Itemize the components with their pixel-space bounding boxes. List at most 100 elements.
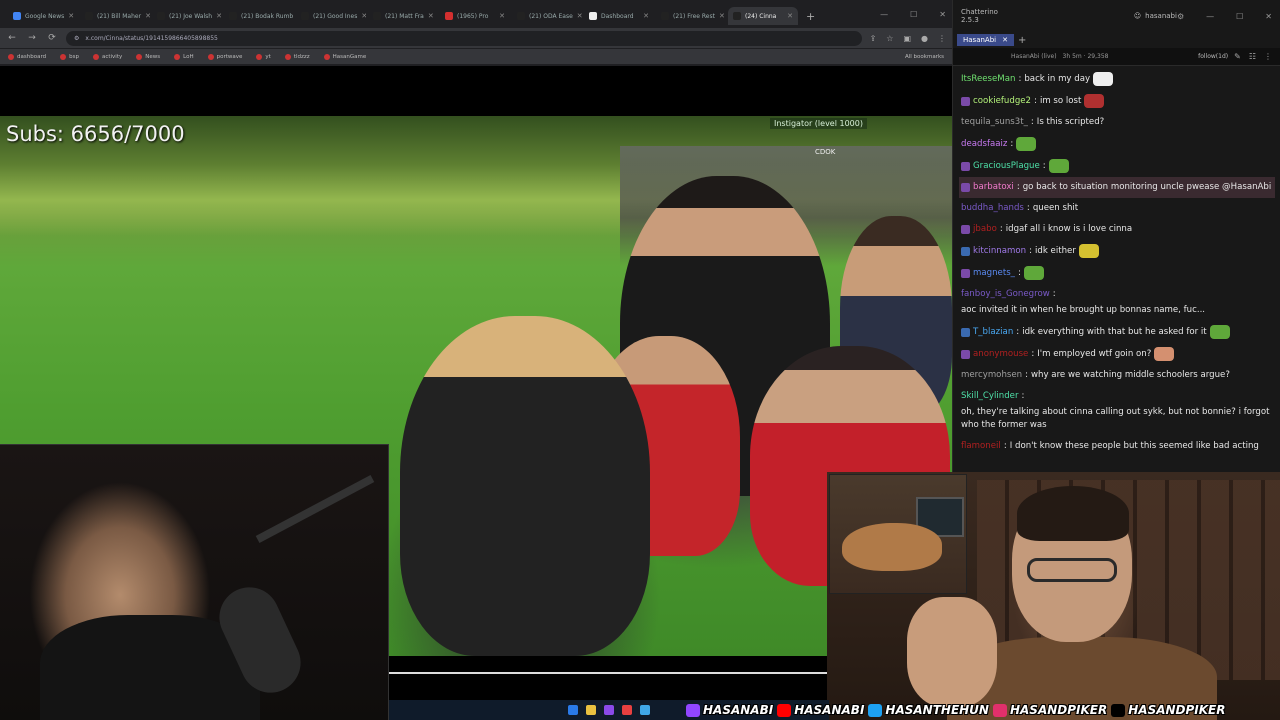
chat-username[interactable]: jbabo xyxy=(973,223,997,236)
close-tab-icon[interactable]: ✕ xyxy=(643,12,649,20)
all-bookmarks[interactable]: All bookmarks xyxy=(905,54,944,60)
back-icon[interactable]: ← xyxy=(6,33,18,43)
app-icon[interactable] xyxy=(604,705,614,715)
subscriber-badge-icon[interactable] xyxy=(961,246,970,256)
close-icon[interactable]: ✕ xyxy=(1265,12,1272,21)
settings-icon[interactable]: ⚙ xyxy=(1177,12,1184,21)
close-tab-icon[interactable]: ✕ xyxy=(1002,36,1008,44)
chrome-icon[interactable] xyxy=(622,705,632,715)
bookmark-item[interactable]: tldzzz xyxy=(284,53,310,60)
close-tab-icon[interactable]: ✕ xyxy=(719,12,725,20)
browser-tab[interactable]: Dashboard ✕ xyxy=(584,7,654,25)
chat-username[interactable]: fanboy_is_Gonegrow xyxy=(961,288,1050,301)
site-info-icon[interactable]: ⚙ xyxy=(74,35,79,42)
maximize-icon[interactable]: ☐ xyxy=(1236,12,1243,21)
close-tab-icon[interactable]: ✕ xyxy=(361,12,366,20)
chat-emote-icon[interactable] xyxy=(1154,347,1175,361)
minimize-icon[interactable]: — xyxy=(880,10,888,19)
browser-tab[interactable]: Google News ✕ xyxy=(8,7,78,25)
chat-username[interactable]: kitcinnamon xyxy=(973,245,1026,258)
bookmark-item[interactable]: dashboard xyxy=(8,53,46,60)
chat-emote-icon[interactable] xyxy=(1078,244,1099,258)
close-tab-icon[interactable]: ✕ xyxy=(577,12,582,20)
chat-username[interactable]: ItsReeseMan xyxy=(961,73,1015,86)
pencil-icon[interactable]: ✎ xyxy=(1234,52,1241,61)
close-tab-icon[interactable]: ✕ xyxy=(145,12,150,20)
browser-tab[interactable]: (21) Matt Fra ✕ xyxy=(368,7,438,25)
browser-tab[interactable]: (21) Free Rest ✕ xyxy=(656,7,726,25)
chat-username[interactable]: cookiefudge2 xyxy=(973,95,1031,108)
x-icon xyxy=(733,12,741,20)
social-tiktok: HASANDPIKER xyxy=(1111,703,1226,717)
subscriber-badge-icon[interactable] xyxy=(961,96,970,106)
extension-icon[interactable]: ▣ xyxy=(903,34,911,43)
file-explorer-icon[interactable] xyxy=(586,705,596,715)
bookmark-item[interactable]: yt xyxy=(256,53,271,60)
browser-tab[interactable]: (21) Bodak Rumb✕ xyxy=(224,7,294,25)
subscriber-badge-icon[interactable] xyxy=(961,268,970,278)
subscriber-badge-icon[interactable] xyxy=(961,161,970,171)
subscriber-badge-icon[interactable] xyxy=(961,183,970,192)
chat-username[interactable]: anonymouse xyxy=(973,348,1028,361)
minimize-icon[interactable]: — xyxy=(1206,12,1214,21)
chat-separator: : xyxy=(1029,245,1032,256)
close-tab-icon[interactable]: ✕ xyxy=(499,12,505,20)
chat-username[interactable]: flamoneil xyxy=(961,440,1001,453)
forward-icon[interactable]: → xyxy=(26,33,38,43)
bookmark-item[interactable]: LoH xyxy=(174,53,194,60)
chat-username[interactable]: deadsfaaiz xyxy=(961,138,1007,151)
close-tab-icon[interactable]: ✕ xyxy=(216,12,222,20)
chat-current-user[interactable]: ☺ hasanabi xyxy=(1134,12,1177,20)
social-twitter: HASANTHEHUN xyxy=(868,703,989,717)
browser-tab[interactable]: (1965) Pro ✕ xyxy=(440,7,510,25)
star-icon[interactable]: ☆ xyxy=(886,34,893,43)
chat-username[interactable]: T_blazian xyxy=(973,326,1013,339)
menu-icon[interactable]: ⋮ xyxy=(938,34,946,43)
windows-start-icon[interactable] xyxy=(568,705,578,715)
chat-username[interactable]: magnets_ xyxy=(973,267,1015,280)
edge-icon[interactable] xyxy=(640,705,650,715)
share-icon[interactable]: ⇪ xyxy=(870,34,877,43)
chat-tab[interactable]: HasanAbi ✕ xyxy=(957,34,1014,46)
video-progress-bar[interactable] xyxy=(389,672,827,674)
chat-username[interactable]: GraciousPlague xyxy=(973,160,1040,173)
chat-username[interactable]: tequila_suns3t_ xyxy=(961,116,1028,129)
browser-tab[interactable]: (21) ODA Ease ✕ xyxy=(512,7,582,25)
reload-icon[interactable]: ⟳ xyxy=(46,33,58,43)
close-icon[interactable]: ✕ xyxy=(939,10,946,19)
browser-tab[interactable]: (21) Good Ines ✕ xyxy=(296,7,366,25)
close-tab-icon[interactable]: ✕ xyxy=(787,12,793,20)
chat-username[interactable]: mercymohsen xyxy=(961,369,1022,382)
close-tab-icon[interactable]: ✕ xyxy=(68,12,74,20)
bookmark-item[interactable]: bsp xyxy=(60,53,79,60)
chat-emote-icon[interactable] xyxy=(1023,266,1044,280)
menu-icon[interactable]: ⋮ xyxy=(1264,52,1272,61)
chat-emote-icon[interactable] xyxy=(1048,159,1069,173)
subscriber-badge-icon[interactable] xyxy=(961,225,970,234)
chat-emote-icon[interactable] xyxy=(1209,325,1230,339)
subscriber-badge-icon[interactable] xyxy=(961,327,970,337)
browser-tab[interactable]: (21) Joe Walsh ✕ xyxy=(152,7,222,25)
bookmark-item[interactable]: News xyxy=(136,53,160,60)
maximize-icon[interactable]: ☐ xyxy=(910,10,917,19)
address-bar[interactable]: ⚙ x.com/Cinna/status/1914159866405898855 xyxy=(66,30,862,46)
users-icon[interactable]: ☷ xyxy=(1249,52,1256,61)
browser-tab[interactable]: (21) Bill Maher ✕ xyxy=(80,7,150,25)
add-tab-icon[interactable]: + xyxy=(1018,35,1026,46)
chat-emote-icon[interactable] xyxy=(1016,137,1037,151)
bookmark-item[interactable]: portwave xyxy=(207,53,242,60)
bookmark-item[interactable]: HasanGame xyxy=(323,53,366,60)
browser-tab[interactable]: (24) Cinna ✕ xyxy=(728,7,798,25)
bookmark-label: bsp xyxy=(69,53,79,60)
chat-emote-icon[interactable] xyxy=(1084,94,1105,108)
profile-icon[interactable]: ● xyxy=(921,34,928,43)
chat-username[interactable]: barbatoxi xyxy=(973,181,1014,194)
subscriber-badge-icon[interactable] xyxy=(961,349,970,359)
new-tab-icon[interactable]: + xyxy=(806,10,815,23)
chat-username[interactable]: buddha_hands xyxy=(961,202,1024,215)
close-tab-icon[interactable]: ✕ xyxy=(428,12,434,20)
bookmark-item[interactable]: activity xyxy=(92,53,122,60)
chat-username[interactable]: Skill_Cylinder xyxy=(961,390,1018,403)
chat-emote-icon[interactable] xyxy=(1093,72,1114,86)
chat-message-text: back in my day xyxy=(1024,73,1091,84)
